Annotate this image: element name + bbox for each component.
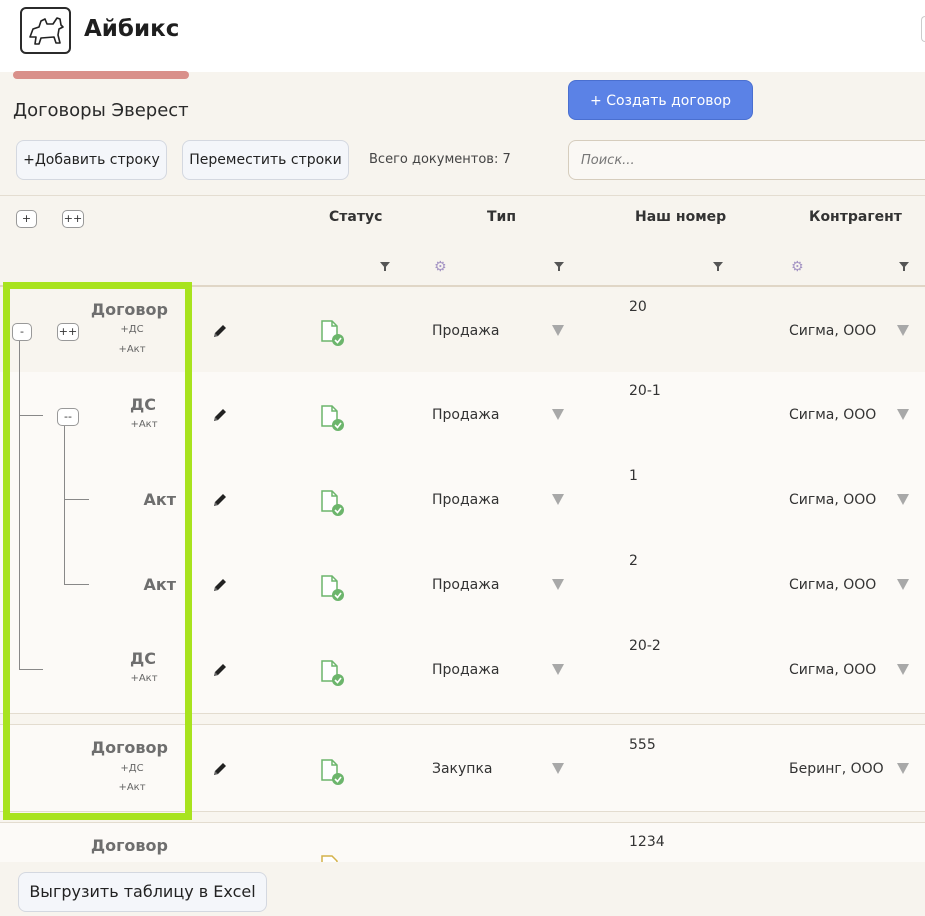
add-subdoc-link[interactable]: +Акт xyxy=(124,673,164,684)
type-dropdown-icon[interactable] xyxy=(552,409,564,420)
status-signed-icon[interactable] xyxy=(319,489,345,517)
type-value[interactable]: Продажа xyxy=(432,407,499,423)
counterparty-dropdown-icon[interactable] xyxy=(897,325,909,336)
counterparty-value[interactable]: Сигма, ООО xyxy=(789,577,876,593)
edit-pencil-icon[interactable] xyxy=(211,760,229,778)
counterparty-value[interactable]: Сигма, ООО xyxy=(789,323,876,339)
add-row-button[interactable]: +Добавить строку xyxy=(16,140,167,180)
our-number-value[interactable]: 555 xyxy=(629,737,656,753)
our-number-value[interactable]: 1234 xyxy=(629,834,665,850)
page-title: Договоры Эверест xyxy=(13,100,189,121)
type-value[interactable]: Продажа xyxy=(432,323,499,339)
search-input[interactable]: Поиск... xyxy=(568,140,925,180)
create-contract-button[interactable]: + Создать договор xyxy=(568,80,753,120)
tree-connector xyxy=(64,499,89,500)
counterparty-dropdown-icon[interactable] xyxy=(897,494,909,505)
table-header: + ++ Статус Тип Наш номер Контрагент ⚙ ⚙ xyxy=(0,195,925,287)
status-signed-icon[interactable] xyxy=(319,574,345,602)
move-rows-button[interactable]: Переместить строки xyxy=(182,140,349,180)
type-value[interactable]: Закупка xyxy=(432,761,492,777)
tree-connector xyxy=(19,669,43,670)
row-doc-name[interactable]: Договор xyxy=(60,738,168,757)
counterparty-value[interactable]: Сигма, ООО xyxy=(789,407,876,423)
counterparty-dropdown-icon[interactable] xyxy=(897,579,909,590)
add-subdoc-link[interactable]: +ДС xyxy=(112,763,152,774)
type-dropdown-icon[interactable] xyxy=(552,325,564,336)
our-number-value[interactable]: 20 xyxy=(629,299,647,315)
edit-pencil-icon[interactable] xyxy=(211,576,229,594)
tree-connector xyxy=(19,415,43,416)
column-status[interactable]: Статус xyxy=(329,209,382,225)
group-separator xyxy=(0,811,925,823)
our-number-filter-icon[interactable] xyxy=(713,262,723,271)
row-doc-name[interactable]: Акт xyxy=(100,490,176,509)
search-placeholder: Поиск... xyxy=(581,153,635,168)
row-doc-name[interactable]: ДС xyxy=(80,395,156,414)
tree-connector xyxy=(64,584,89,585)
our-number-value[interactable]: 1 xyxy=(629,468,638,484)
type-value[interactable]: Продажа xyxy=(432,492,499,508)
row-doc-name[interactable]: Договор xyxy=(60,300,168,319)
column-counterparty[interactable]: Контрагент xyxy=(809,209,902,225)
group-separator xyxy=(0,713,925,725)
expand-deep-row-button[interactable]: ++ xyxy=(57,323,79,341)
counterparty-settings-gear-icon[interactable]: ⚙ xyxy=(791,260,805,274)
app-title: Айбикс xyxy=(84,16,180,42)
counterparty-dropdown-icon[interactable] xyxy=(897,664,909,675)
header-edge-control[interactable] xyxy=(921,16,925,42)
status-filter-icon[interactable] xyxy=(380,262,390,271)
type-dropdown-icon[interactable] xyxy=(552,664,564,675)
status-signed-icon[interactable] xyxy=(319,319,345,347)
our-number-value[interactable]: 20-2 xyxy=(629,638,661,654)
counterparty-dropdown-icon[interactable] xyxy=(897,409,909,420)
tree-connector xyxy=(19,340,20,670)
edit-pencil-icon[interactable] xyxy=(211,661,229,679)
add-subdoc-link[interactable]: +Акт xyxy=(112,344,152,355)
add-subdoc-link[interactable]: +Акт xyxy=(124,419,164,430)
column-our-number[interactable]: Наш номер xyxy=(635,209,726,225)
our-number-value[interactable]: 20-1 xyxy=(629,383,661,399)
expand-all-button[interactable]: + xyxy=(16,210,37,228)
edit-pencil-icon[interactable] xyxy=(211,491,229,509)
counterparty-value[interactable]: Беринг, ООО xyxy=(789,761,884,777)
type-filter-icon[interactable] xyxy=(554,262,564,271)
counterparty-filter-icon[interactable] xyxy=(899,262,909,271)
type-settings-gear-icon[interactable]: ⚙ xyxy=(434,260,448,274)
expand-all-deep-button[interactable]: ++ xyxy=(62,210,84,228)
type-dropdown-icon[interactable] xyxy=(552,763,564,774)
collapse-row-button[interactable]: -- xyxy=(57,408,79,426)
add-subdoc-link[interactable]: +Акт xyxy=(112,782,152,793)
counterparty-dropdown-icon[interactable] xyxy=(897,763,909,774)
type-dropdown-icon[interactable] xyxy=(552,494,564,505)
collapse-row-button[interactable]: - xyxy=(12,323,32,341)
edit-pencil-icon[interactable] xyxy=(211,406,229,424)
status-signed-icon[interactable] xyxy=(319,659,345,687)
type-dropdown-icon[interactable] xyxy=(552,579,564,590)
export-excel-button[interactable]: Выгрузить таблицу в Excel xyxy=(18,872,267,912)
add-subdoc-link[interactable]: +ДС xyxy=(112,324,152,335)
edit-pencil-icon[interactable] xyxy=(211,322,229,340)
tree-connector xyxy=(64,425,65,585)
app-header: Айбикс xyxy=(0,0,925,72)
row-doc-name[interactable]: ДС xyxy=(80,649,156,668)
active-tab-indicator xyxy=(13,71,189,79)
status-signed-icon[interactable] xyxy=(319,404,345,432)
type-value[interactable]: Продажа xyxy=(432,662,499,678)
column-type[interactable]: Тип xyxy=(487,209,516,225)
our-number-value[interactable]: 2 xyxy=(629,553,638,569)
type-value[interactable]: Продажа xyxy=(432,577,499,593)
row-doc-name[interactable]: Договор xyxy=(60,836,168,855)
document-count: Всего документов: 7 xyxy=(369,152,511,167)
status-signed-icon[interactable] xyxy=(319,758,345,786)
counterparty-value[interactable]: Сигма, ООО xyxy=(789,492,876,508)
scottie-dog-icon[interactable] xyxy=(20,7,71,54)
row-doc-name[interactable]: Акт xyxy=(100,575,176,594)
counterparty-value[interactable]: Сигма, ООО xyxy=(789,662,876,678)
